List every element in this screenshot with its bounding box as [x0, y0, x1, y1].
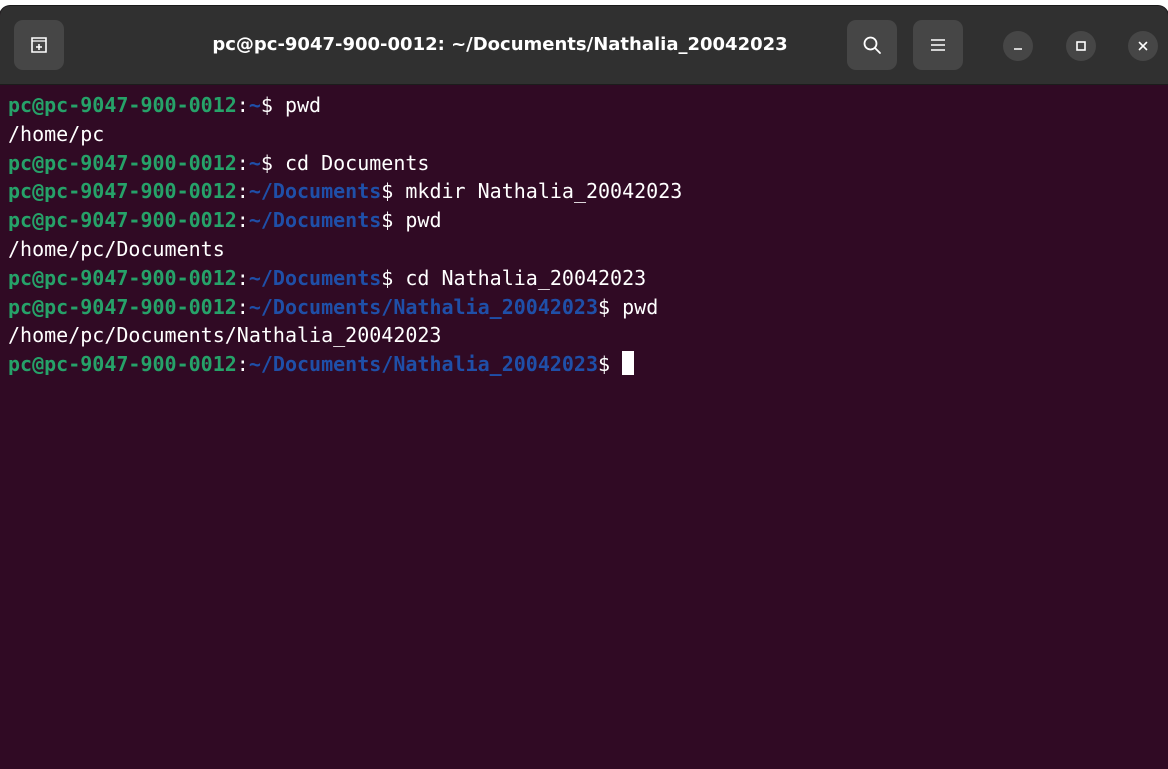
- prompt-user-host: pc@pc-9047-900-0012: [8, 352, 237, 377]
- command-text: $ cd Nathalia_20042023: [381, 265, 647, 290]
- terminal-output-area[interactable]: pc@pc-9047-900-0012:~$ pwd/home/pc pc@pc-…: [0, 85, 1168, 769]
- prompt-separator: :: [236, 352, 249, 377]
- prompt-line: pc@pc-9047-900-0012:~/Documents/Nathalia…: [8, 293, 1168, 322]
- maximize-icon: [1076, 41, 1086, 51]
- menu-button[interactable]: [913, 20, 963, 70]
- command-text: $ mkdir Nathalia_20042023: [381, 179, 683, 204]
- output-text: /home/pc/Documents/Nathalia_20042023: [8, 323, 442, 348]
- prompt-user-host: pc@pc-9047-900-0012: [8, 179, 237, 204]
- terminal-window: pc@pc-9047-900-0012: ~/Documents/Nathali…: [0, 6, 1168, 769]
- output-line: /home/pc: [8, 120, 1168, 149]
- window-title: pc@pc-9047-900-0012: ~/Documents/Nathali…: [212, 34, 788, 55]
- prompt-separator: :: [236, 179, 249, 204]
- prompt-user-host: pc@pc-9047-900-0012: [8, 294, 237, 319]
- prompt-user-host: pc@pc-9047-900-0012: [8, 150, 237, 175]
- search-icon: [863, 36, 881, 54]
- prompt-line: pc@pc-9047-900-0012:~/Documents$ pwd: [8, 206, 1168, 235]
- command-text: $ cd Documents: [260, 150, 430, 175]
- prompt-user-host: pc@pc-9047-900-0012: [8, 265, 237, 290]
- output-line: /home/pc/Documents: [8, 235, 1168, 264]
- prompt-user-host: pc@pc-9047-900-0012: [8, 208, 237, 233]
- new-tab-button[interactable]: [14, 20, 64, 70]
- prompt-separator: :: [236, 93, 249, 117]
- command-text: $ pwd: [381, 208, 442, 233]
- prompt-line: pc@pc-9047-900-0012:~/Documents/Nathalia…: [8, 350, 1168, 379]
- prompt-path: ~/Documents: [248, 208, 382, 233]
- command-text: $ pwd: [598, 294, 659, 319]
- output-text: /home/pc/Documents: [8, 236, 225, 261]
- minimize-button[interactable]: [1003, 31, 1033, 61]
- prompt-path: ~: [248, 93, 261, 117]
- text-cursor: [622, 351, 635, 376]
- new-tab-icon: [31, 37, 47, 53]
- prompt-user-host: pc@pc-9047-900-0012: [8, 93, 237, 117]
- output-text: /home/pc: [8, 121, 105, 146]
- prompt-path: ~/Documents/Nathalia_20042023: [248, 294, 599, 319]
- prompt-separator: :: [236, 208, 249, 233]
- prompt-separator: :: [236, 265, 249, 290]
- title-bar[interactable]: pc@pc-9047-900-0012: ~/Documents/Nathali…: [0, 6, 1168, 85]
- prompt-path: ~/Documents: [248, 265, 382, 290]
- command-text: $: [598, 352, 623, 377]
- minimize-icon: [1014, 48, 1022, 50]
- prompt-line: pc@pc-9047-900-0012:~/Documents$ cd Nath…: [8, 264, 1168, 293]
- prompt-path: ~/Documents/Nathalia_20042023: [248, 352, 599, 377]
- output-line: /home/pc/Documents/Nathalia_20042023: [8, 321, 1168, 350]
- search-button[interactable]: [847, 20, 897, 70]
- prompt-line: pc@pc-9047-900-0012:~$ pwd: [8, 91, 1168, 120]
- command-text: $ pwd: [260, 93, 322, 117]
- prompt-path: ~: [248, 150, 261, 175]
- prompt-line: pc@pc-9047-900-0012:~$ cd Documents: [8, 149, 1168, 178]
- prompt-path: ~/Documents: [248, 179, 382, 204]
- maximize-button[interactable]: [1066, 31, 1096, 61]
- close-icon: [1138, 41, 1148, 51]
- close-button[interactable]: [1128, 31, 1158, 61]
- prompt-separator: :: [236, 294, 249, 319]
- prompt-separator: :: [236, 150, 249, 175]
- hamburger-menu-icon: [931, 39, 945, 51]
- prompt-line: pc@pc-9047-900-0012:~/Documents$ mkdir N…: [8, 177, 1168, 206]
